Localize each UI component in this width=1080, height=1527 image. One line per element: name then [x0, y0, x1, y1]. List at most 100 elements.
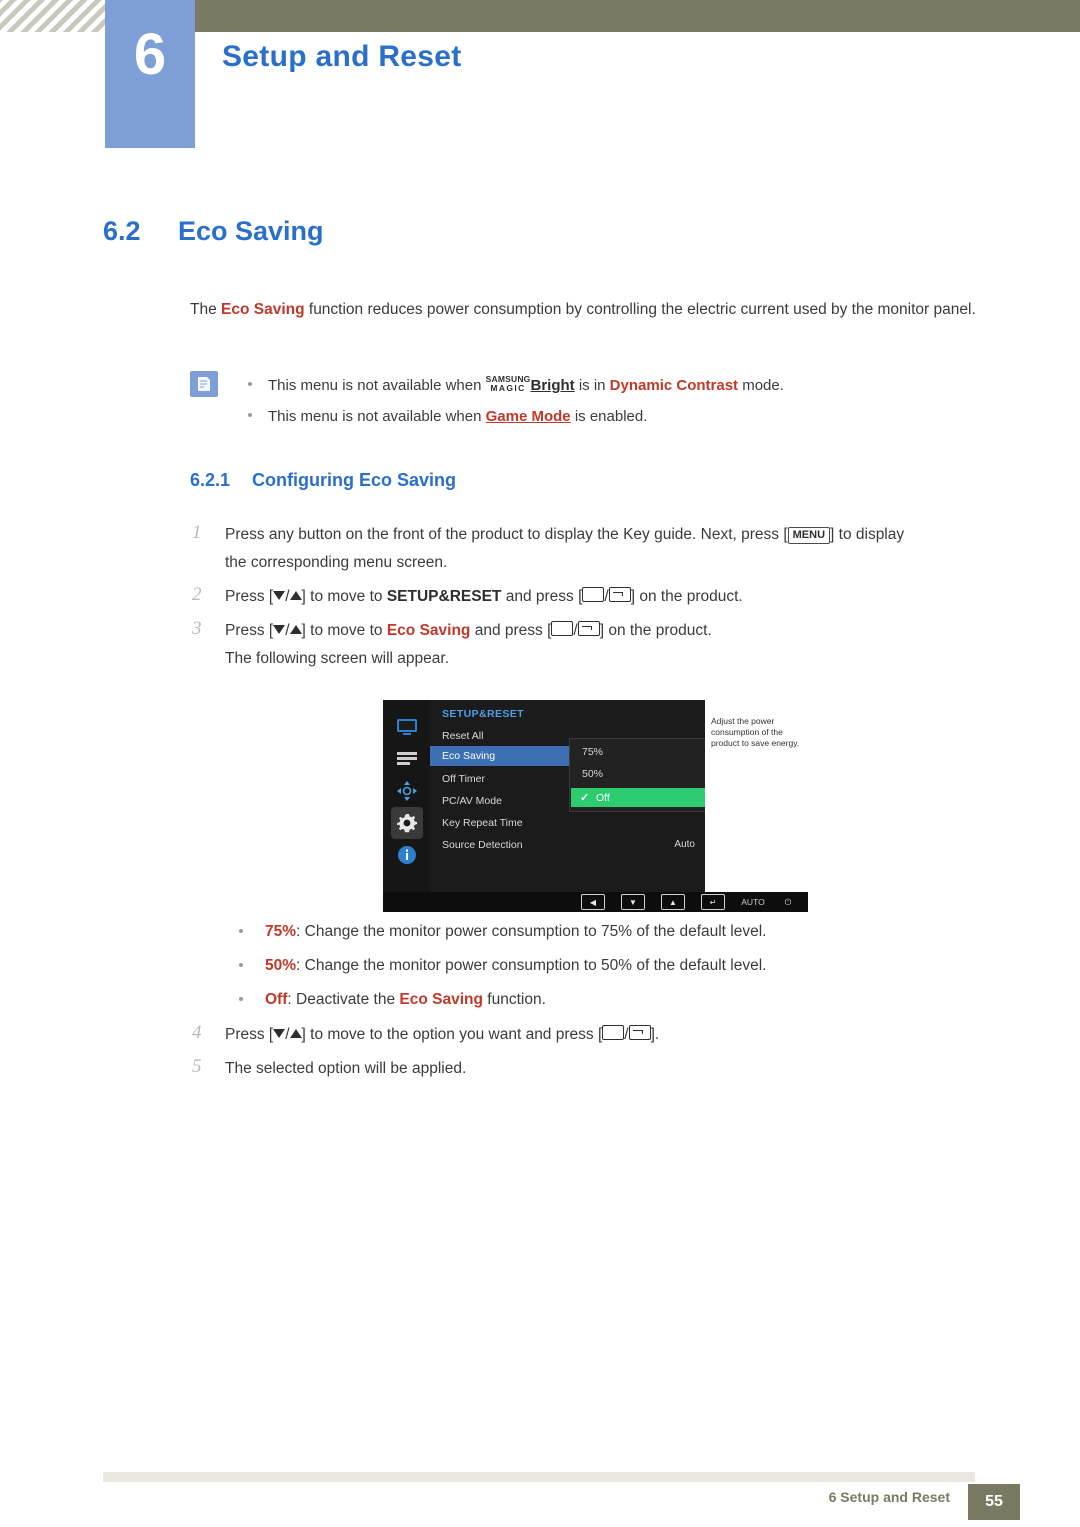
step-2-c: ] to move to: [301, 588, 387, 605]
osd-submenu-option-off-label: Off: [596, 792, 610, 804]
footer-divider: [103, 1472, 975, 1482]
step-1-b: ] to display: [830, 526, 905, 543]
option-50-text: : Change the monitor power consumption t…: [296, 957, 767, 974]
enter-button-icon: [628, 1025, 651, 1040]
bullet-icon: [239, 997, 243, 1001]
step-4-d: /: [624, 1026, 629, 1043]
bullet-icon: [239, 929, 243, 933]
osd-item-pc-av-mode[interactable]: PC/AV Mode: [442, 795, 502, 807]
chapter-number-badge: 6: [105, 0, 195, 148]
down-arrow-icon: [273, 591, 286, 600]
osd-submenu: 75% 50% ✓ Off: [569, 738, 719, 812]
step-text-5: The selected option will be applied.: [225, 1060, 467, 1077]
osd-sidebar: [383, 700, 431, 912]
note-item-1: This menu is not available when SAMSUNG M…: [240, 370, 960, 401]
osd-power-button[interactable]: ⏻: [775, 894, 801, 910]
footer-text: 6 Setup and Reset: [828, 1489, 950, 1505]
osd-help-panel: Adjust the power consumption of the prod…: [705, 700, 808, 892]
up-arrow-icon: [289, 1029, 302, 1038]
step-2-a: Press [: [225, 588, 274, 605]
intro-text-part2: function reduces power consumption by co…: [304, 301, 976, 318]
step-number-1: 1: [192, 522, 202, 543]
magicbright-line2: MAGIC: [490, 383, 526, 393]
option-off-term: Off: [265, 991, 288, 1008]
osd-down-button[interactable]: ▼: [618, 894, 648, 910]
picture-icon[interactable]: [394, 746, 420, 772]
step-4-e: ].: [650, 1026, 660, 1043]
step-text-3: Press [/] to move to Eco Saving and pres…: [225, 617, 1015, 673]
osd-submenu-option-50[interactable]: 50%: [582, 768, 603, 780]
note-1-pre: This menu is not available when: [268, 377, 486, 394]
note-icon: [190, 371, 218, 397]
subsection-number: 6.2.1: [190, 470, 231, 490]
option-50-term: 50%: [265, 957, 297, 974]
step-2-d: and press [: [501, 588, 583, 605]
osd-auto-button[interactable]: AUTO: [733, 894, 773, 910]
step-number-3: 3: [192, 618, 202, 639]
intro-text-part1: The: [190, 301, 222, 318]
step-3-f: ] on the product.: [599, 622, 712, 639]
section-title: Eco Saving: [178, 216, 324, 246]
option-off-term2: Eco Saving: [399, 991, 483, 1008]
bullet-icon: [239, 963, 243, 967]
osd-item-eco-saving-label: Eco Saving: [442, 750, 496, 762]
step-number-4: 4: [192, 1022, 202, 1043]
option-75-term: 75%: [265, 923, 297, 940]
osd-item-off-timer[interactable]: Off Timer: [442, 773, 485, 785]
osd-back-button[interactable]: ◀: [578, 894, 608, 910]
footer-page-number: 55: [968, 1484, 1020, 1520]
option-75: 75%: Change the monitor power consumptio…: [239, 918, 985, 946]
option-50: 50%: Change the monitor power consumptio…: [239, 952, 985, 980]
step-number-5: 5: [192, 1056, 202, 1077]
chapter-title: Setup and Reset: [222, 40, 462, 73]
osd-item-reset-all[interactable]: Reset All: [442, 730, 483, 742]
monitor-icon[interactable]: [394, 714, 420, 740]
subsection-heading: 6.2.1 Configuring Eco Saving: [190, 470, 456, 491]
note-1-magic-word: Bright: [530, 377, 575, 394]
note-2-post: is enabled.: [570, 408, 648, 425]
button-box-icon: [551, 621, 574, 636]
osd-menu-panel: SETUP&RESET Reset All Eco Saving Off Tim…: [430, 700, 719, 892]
osd-item-source-detection[interactable]: Source Detection: [442, 839, 523, 851]
check-icon: ✓: [580, 792, 590, 804]
menu-keycap: MENU: [787, 527, 831, 544]
note-1-mid: is in: [574, 377, 610, 394]
bullet-icon: [248, 413, 252, 417]
header-hatch-decoration: [0, 0, 105, 32]
note-list: This menu is not available when SAMSUNG M…: [240, 370, 960, 432]
option-off: Off: Deactivate the Eco Saving function.: [239, 986, 985, 1014]
up-arrow-icon: [289, 625, 302, 634]
subsection-title: Configuring Eco Saving: [252, 470, 457, 490]
down-icon: ▼: [621, 894, 645, 910]
enter-button-icon: [577, 621, 600, 636]
up-icon: ▲: [661, 894, 685, 910]
bullet-icon: [248, 382, 252, 386]
intro-paragraph: The Eco Saving function reduces power co…: [190, 296, 980, 324]
osd-submenu-option-75[interactable]: 75%: [582, 746, 603, 758]
osd-submenu-option-off[interactable]: ✓ Off: [571, 788, 717, 807]
step-text-4: Press [/] to move to the option you want…: [225, 1021, 1015, 1049]
magicbright-logo: SAMSUNG MAGIC: [486, 375, 531, 393]
osd-up-button[interactable]: ▲: [658, 894, 688, 910]
step-3-d: and press [: [470, 622, 552, 639]
step-3-line2: The following screen will appear.: [225, 650, 450, 667]
enter-icon: ↵: [701, 894, 725, 910]
option-off-pre: : Deactivate the: [287, 991, 400, 1008]
button-box-icon: [582, 587, 605, 602]
osd-item-source-detection-value: Auto: [674, 839, 695, 850]
info-icon[interactable]: [394, 842, 420, 868]
color-icon[interactable]: [394, 778, 420, 804]
osd-enter-button[interactable]: ↵: [698, 894, 728, 910]
osd-menu-title: SETUP&RESET: [442, 708, 524, 720]
step-text-2: Press [/] to move to SETUP&RESET and pre…: [225, 583, 1015, 611]
osd-item-key-repeat-time[interactable]: Key Repeat Time: [442, 817, 523, 829]
step-3-c: ] to move to: [301, 622, 387, 639]
section-number: 6.2: [103, 216, 141, 246]
note-2-pre: This menu is not available when: [268, 408, 486, 425]
enter-button-icon: [608, 587, 631, 602]
note-1-post: mode.: [738, 377, 784, 394]
osd-screenshot: SETUP&RESET Reset All Eco Saving Off Tim…: [383, 700, 808, 912]
gear-icon[interactable]: [394, 810, 420, 836]
step-text-1: Press any button on the front of the pro…: [225, 521, 1015, 577]
step-1-line2: the corresponding menu screen.: [225, 554, 448, 571]
